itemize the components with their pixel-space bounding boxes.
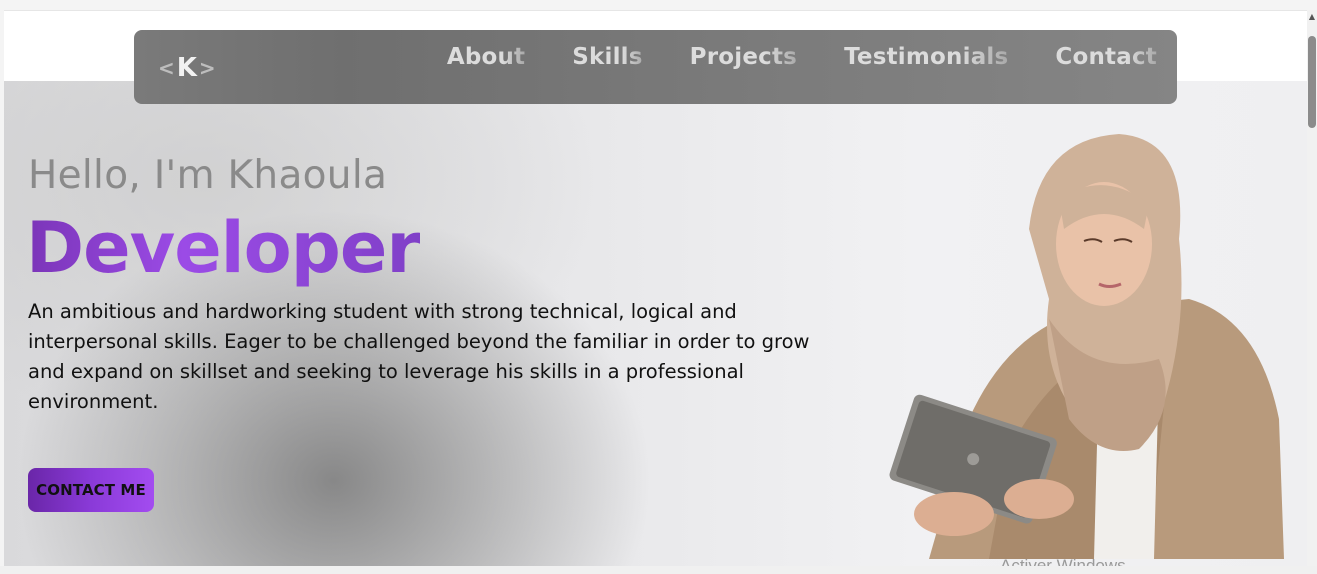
bottom-edge <box>0 566 1317 574</box>
nav-links: About Skills Projects Testimonials Conta… <box>447 44 1157 70</box>
hero-greeting: Hello, I'm Khaoula <box>28 153 388 198</box>
scroll-up-arrow-icon[interactable]: ▲ <box>1308 10 1316 22</box>
logo-bracket-right: > <box>198 56 216 80</box>
site-logo[interactable]: < K > <box>158 50 216 86</box>
vertical-scrollbar[interactable]: ▲ <box>1307 10 1317 570</box>
nav-link-about[interactable]: About <box>447 44 525 70</box>
hero-bio: An ambitious and hardworking student wit… <box>28 300 810 413</box>
hero-portrait-image <box>889 134 1284 559</box>
hero-role-title: Developer <box>26 207 421 289</box>
nav-link-projects[interactable]: Projects <box>690 44 797 70</box>
contact-me-button[interactable]: CONTACT ME <box>28 468 154 512</box>
logo-letter: K <box>176 53 197 83</box>
top-navbar: < K > About Skills Projects Testimonials… <box>134 30 1177 104</box>
nav-link-contact[interactable]: Contact <box>1055 44 1157 70</box>
scrollbar-thumb[interactable] <box>1308 36 1316 128</box>
logo-bracket-left: < <box>158 56 175 80</box>
nav-link-testimonials[interactable]: Testimonials <box>844 44 1008 70</box>
nav-link-skills[interactable]: Skills <box>572 44 642 70</box>
